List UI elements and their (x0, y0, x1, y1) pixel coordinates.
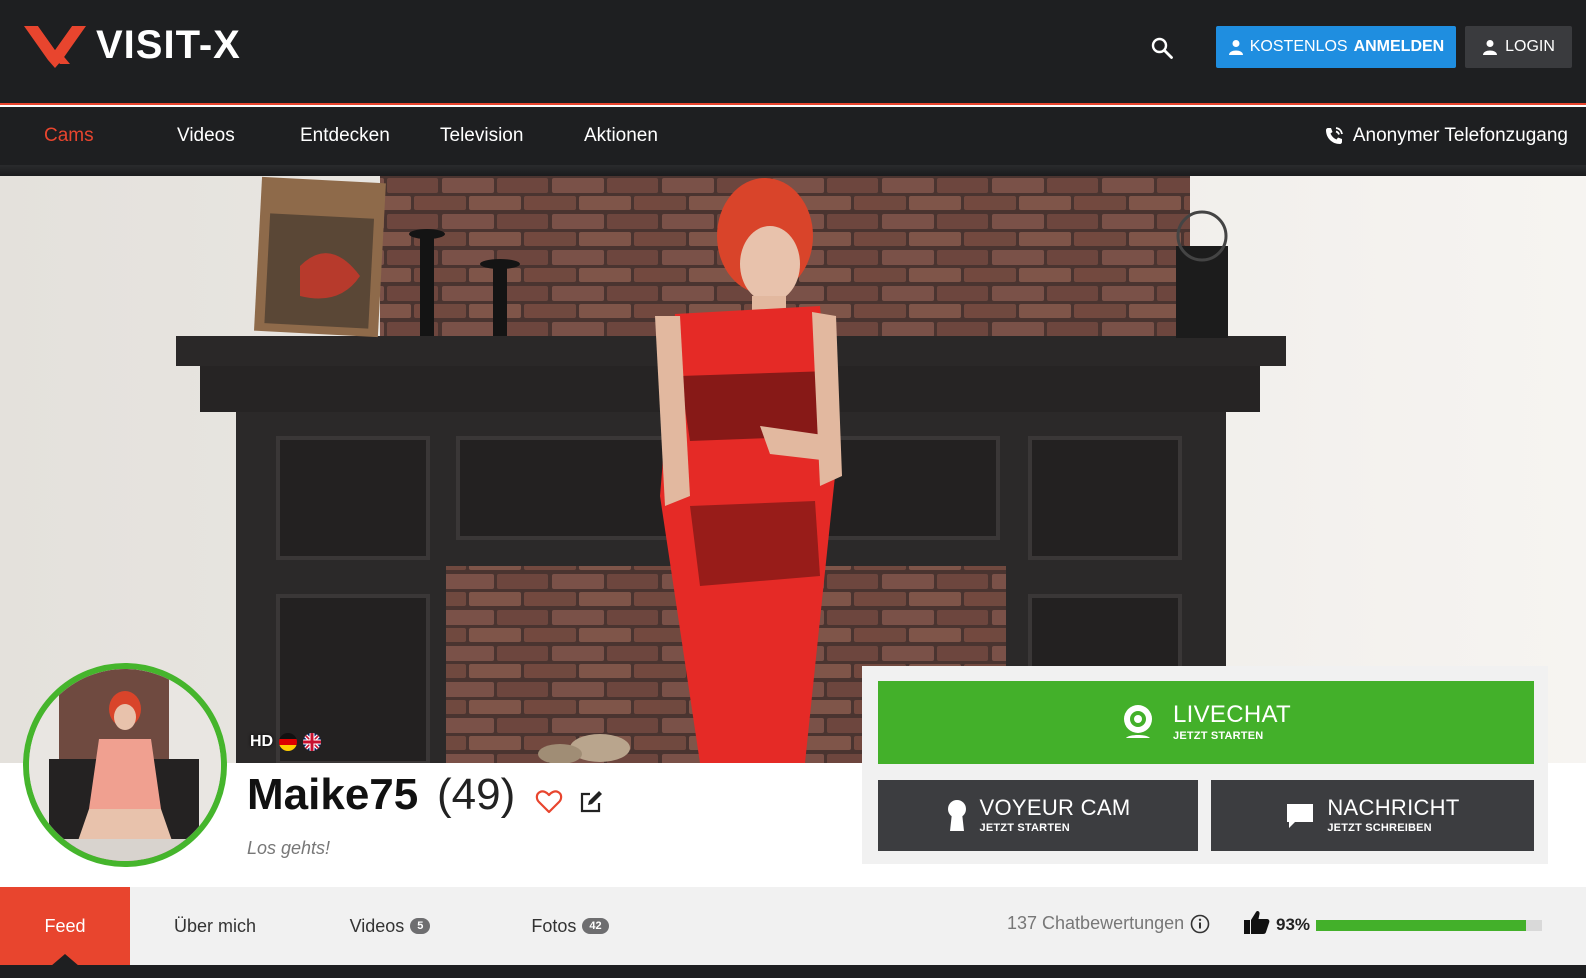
voyeur-cam-button[interactable]: VOYEUR CAM JETZT STARTEN (878, 780, 1198, 851)
register-main: ANMELDEN (1353, 38, 1445, 55)
logo-text: VISIT-X (96, 22, 241, 67)
tab-photos-label: Fotos (531, 915, 577, 936)
tab-videos-label: Videos (349, 915, 405, 936)
model-name: Maike75 (247, 770, 419, 819)
chat-ratings-count[interactable]: 137 Chatbewertungen (1007, 913, 1210, 934)
nav-item-aktionen[interactable]: Aktionen (584, 107, 658, 165)
tab-feed-label: Feed (44, 915, 86, 936)
webcam-icon (1124, 704, 1152, 738)
tab-photos[interactable]: Fotos 42 (510, 887, 630, 965)
uk-flag-icon (303, 733, 322, 751)
info-icon (1190, 914, 1210, 933)
visit-x-logo[interactable]: VISIT-X (24, 22, 241, 68)
chat-bubble-icon (1287, 803, 1314, 828)
register-prefix: KOSTENLOS (1249, 38, 1348, 55)
voyeur-label: VOYEUR CAM JETZT STARTEN (979, 795, 1131, 835)
videos-count-badge: 5 (410, 918, 431, 934)
heart-icon (535, 790, 563, 814)
thumbs-up-icon (1244, 910, 1270, 934)
avatar-image (29, 669, 221, 861)
message-subtitle: JETZT SCHREIBEN (1327, 822, 1432, 834)
keyhole-icon (947, 799, 966, 831)
top-header: VISIT-X KOSTENLOS ANMELDEN LOGIN (0, 0, 1586, 105)
register-button[interactable]: KOSTENLOS ANMELDEN (1216, 26, 1456, 68)
message-button[interactable]: NACHRICHT JETZT SCHREIBEN (1211, 780, 1534, 851)
edit-icon (580, 791, 602, 813)
tab-feed[interactable]: Feed (0, 887, 130, 966)
nav-item-cams[interactable]: Cams (44, 107, 94, 165)
nav-item-videos[interactable]: Videos (177, 107, 235, 165)
user-icon (1483, 40, 1498, 55)
profile-avatar[interactable] (23, 663, 227, 867)
logo-mark-icon (24, 26, 86, 68)
main-nav: Cams Videos Entdecken Television Aktione… (0, 107, 1586, 176)
tab-about-label: Über mich (173, 915, 257, 936)
voyeur-title: VOYEUR CAM (979, 795, 1131, 820)
nav-item-entdecken[interactable]: Entdecken (300, 107, 390, 165)
model-age: (49) (437, 770, 516, 819)
favorite-button[interactable] (535, 788, 563, 816)
profile-badges: HD (250, 733, 322, 751)
profile-motto: Los gehts! (247, 838, 331, 858)
message-label: NACHRICHT JETZT SCHREIBEN (1327, 795, 1460, 835)
login-label: LOGIN (1505, 38, 1555, 55)
rating-bar-fill (1316, 920, 1527, 931)
phone-icon (1325, 127, 1343, 144)
note-button[interactable] (578, 789, 604, 815)
livechat-button[interactable]: LIVECHAT JETZT STARTEN (878, 681, 1534, 764)
livechat-title: LIVECHAT (1173, 701, 1291, 728)
rating-bar (1316, 920, 1542, 931)
login-button[interactable]: LOGIN (1465, 26, 1572, 68)
livechat-subtitle: JETZT STARTEN (1173, 730, 1264, 742)
tab-videos[interactable]: Videos 5 (330, 887, 450, 965)
ratings-count-label: 137 Chatbewertungen (1007, 913, 1185, 933)
voyeur-subtitle: JETZT STARTEN (979, 822, 1070, 834)
german-flag-icon (279, 733, 298, 751)
search-button[interactable] (1148, 34, 1176, 62)
rating-percent: 93% (1276, 915, 1311, 934)
livechat-label: LIVECHAT JETZT STARTEN (1173, 701, 1291, 743)
tab-about[interactable]: Über mich (150, 887, 280, 965)
phone-label: Anonymer Telefonzugang (1352, 125, 1568, 146)
nav-item-television[interactable]: Television (440, 107, 523, 165)
anonymous-phone-link[interactable]: Anonymer Telefonzugang (1323, 107, 1568, 165)
search-icon (1151, 37, 1173, 59)
bottom-strip (0, 965, 1586, 978)
photos-count-badge: 42 (582, 918, 609, 934)
hd-badge: HD (250, 733, 274, 750)
message-title: NACHRICHT (1327, 795, 1460, 820)
user-icon (1228, 40, 1243, 55)
